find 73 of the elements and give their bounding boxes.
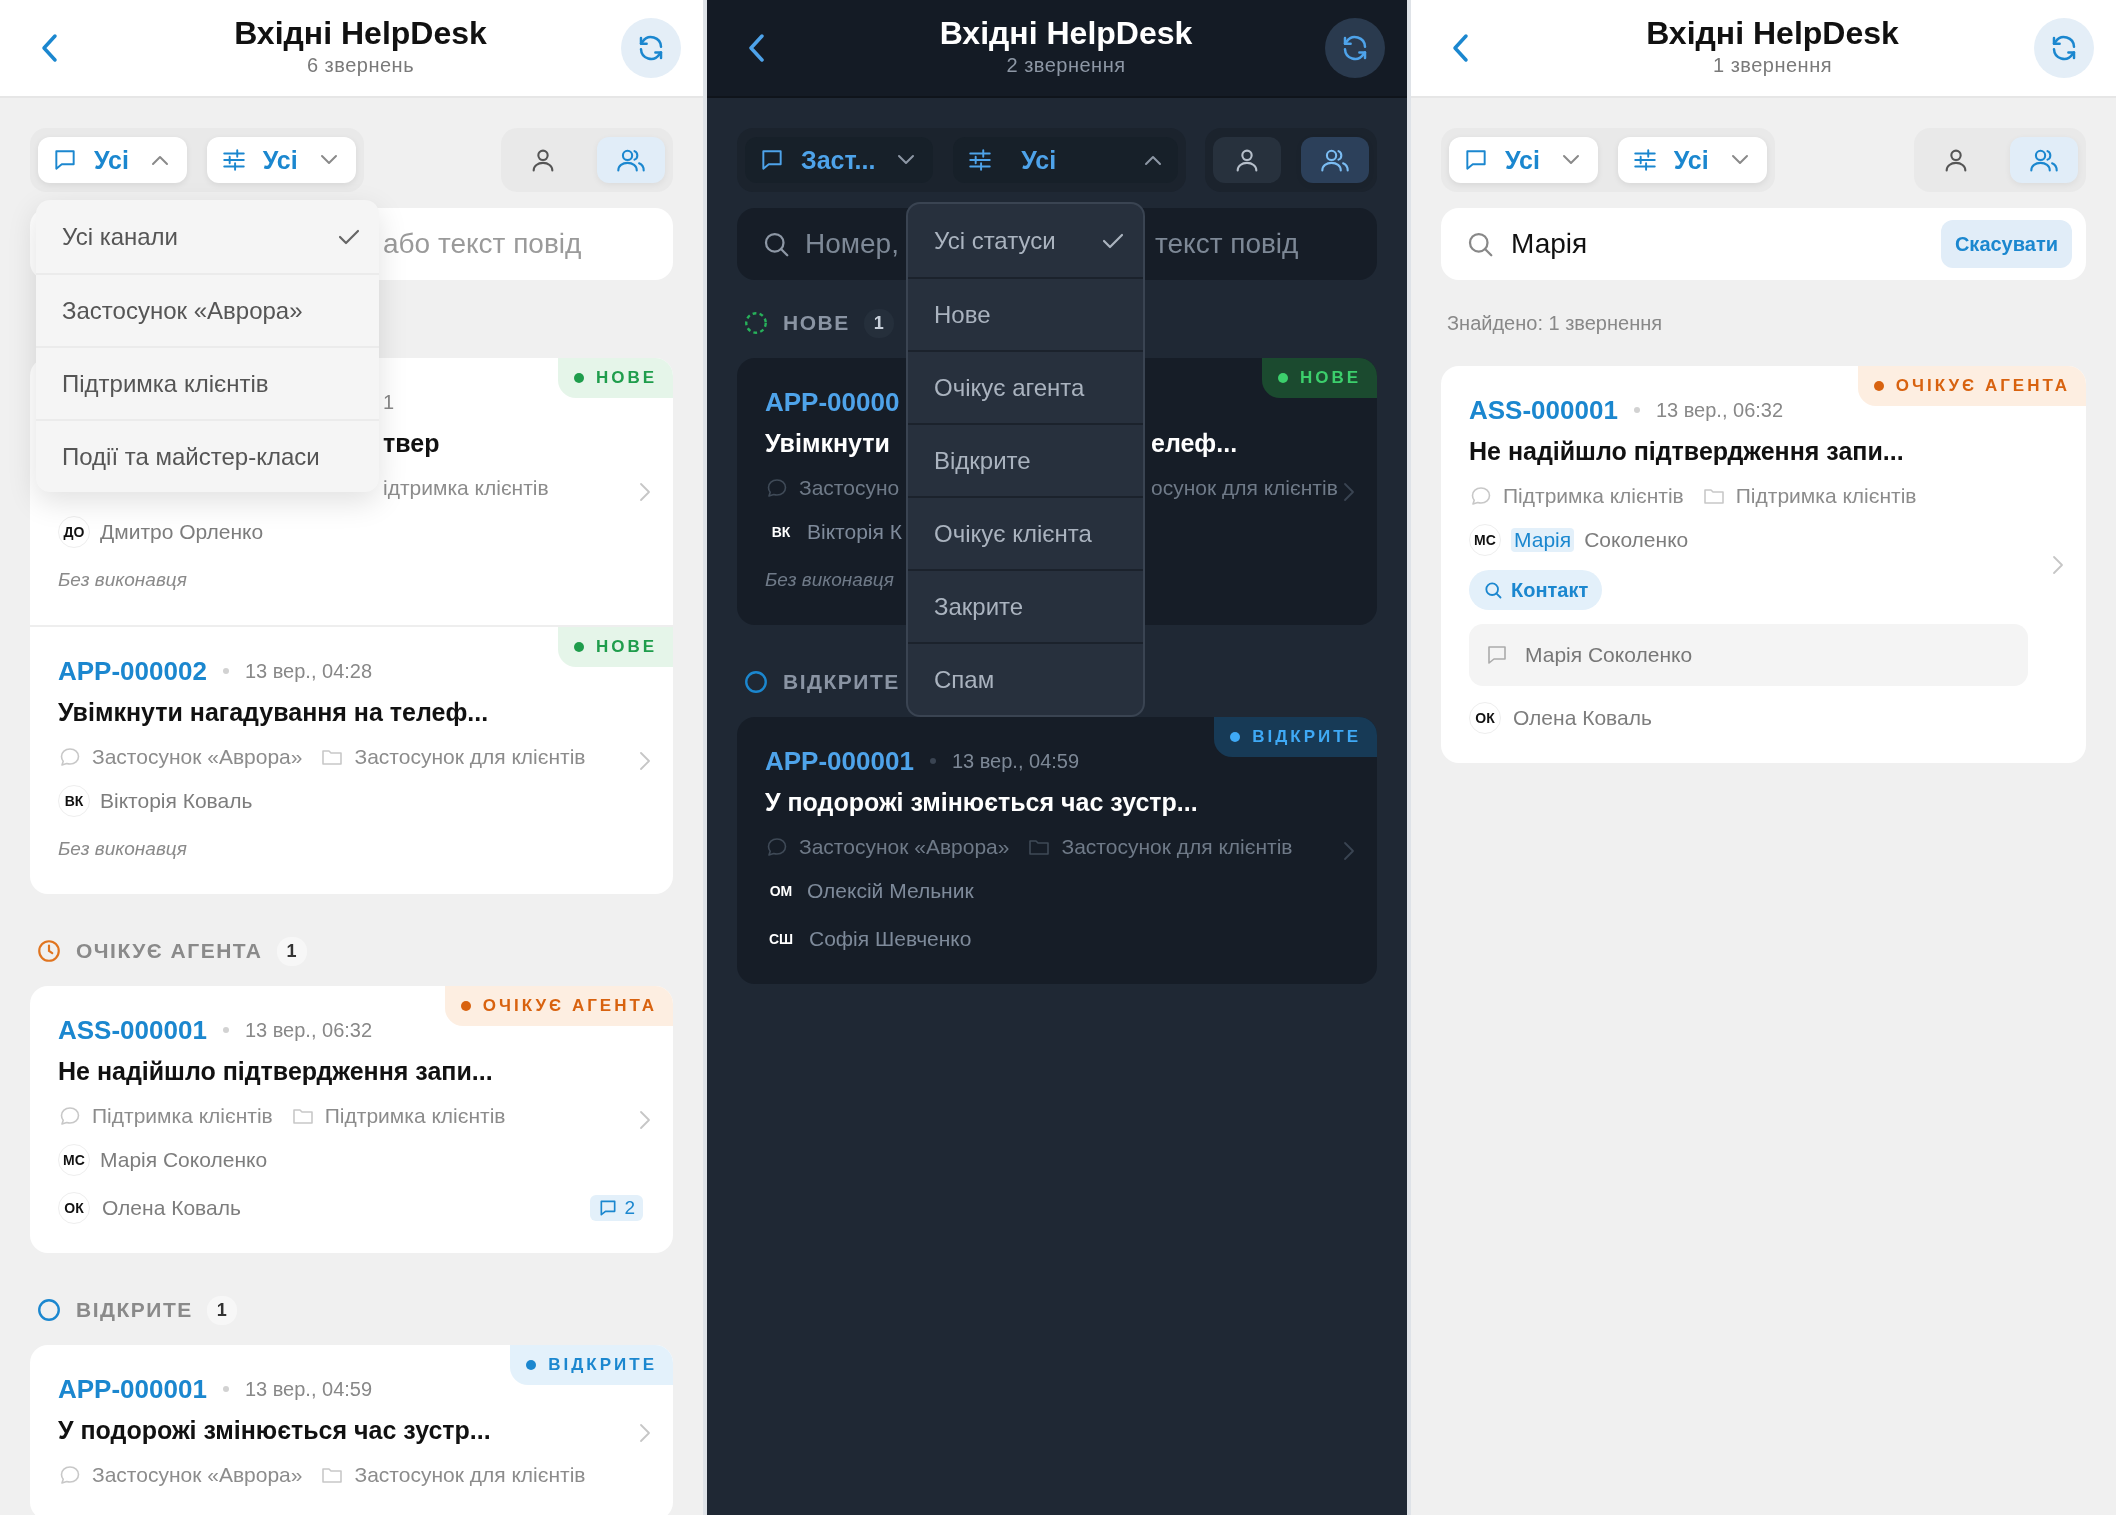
ticket-date: 13 вер., 06:32 [1655,398,1784,422]
count-badge: 1 [276,936,307,966]
ticket-count: 1 звернення [1712,53,1833,77]
folder-name: Застосунок для клієнтів [1061,835,1293,859]
status-badge: ВІДКРИТЕ [1214,717,1377,757]
ticket-count: 2 звернення [1006,53,1126,77]
ticket-date: 13 вер., 04:59 [244,1377,373,1401]
ticket-title: У подорожі змінюється час зустр... [58,1415,491,1445]
channel-name: Підтримка клієнтів [92,1104,273,1128]
unassigned-label: Без виконавця [58,569,187,591]
search-match: Марія [1511,528,1575,552]
ticket-count: 6 звернень [306,53,415,77]
avatar: МС [58,1144,90,1176]
section-title: ВІДКРИТЕ [76,1298,193,1322]
avatar: ОК [1469,702,1501,734]
folder-name: Підтримка клієнтів [1735,484,1917,508]
folder-name: осунок для клієнтів [1151,476,1338,500]
section-title: ВІДКРИТЕ [783,670,900,694]
folder-name: Застосунок для клієнтів [354,1463,586,1487]
customer-name: Вікторія Коваль [100,789,253,813]
ticket-date: 13 вер., 04:28 [244,659,373,683]
ticket-title: Увімкнути нагадування на телеф... [58,697,489,727]
ticket-title: твер [383,428,440,458]
section-title: ОЧІКУЄ АГЕНТА [76,939,263,963]
channel-name: Застосуно [799,476,900,500]
folder-name: ідтримка клієнтів [383,476,549,500]
ticket-title: елеф... [1151,428,1238,458]
screen-title: Вхідні HelpDesk [234,14,487,53]
avatar: ВК [770,523,792,542]
status-badge: ОЧІКУЄ АГЕНТА [444,986,673,1026]
channel-name: Підтримка клієнтів [1503,484,1684,508]
message-text: Марія Соколенко [1525,643,1693,667]
status-badge: НОВЕ [557,627,673,667]
assignee-name: Олена Коваль [1513,706,1652,730]
ticket-date: 13 вер., 06:32 [244,1018,373,1042]
unassigned-label: Без виконавця [58,838,187,860]
customer-name: Дмитро Орленко [100,520,264,544]
section-title: НОВЕ [783,311,850,335]
unassigned-label: Без виконавця [765,569,894,591]
status-badge: ОЧІКУЄ АГЕНТА [1857,366,2086,406]
avatar: ОК [58,1192,90,1224]
channel-name: Застосунок «Аврора» [799,835,1010,859]
customer-name: Олексій Мельник [807,879,974,903]
channel-name: Застосунок «Аврора» [92,1463,303,1487]
customer-name: Соколенко [1584,528,1689,552]
avatar: СШ [767,930,795,949]
comment-count: 2 [590,1195,643,1221]
assignee-name: Софія Шевченко [809,927,972,951]
count-badge: 1 [206,1295,237,1325]
status-badge: НОВЕ [557,358,673,398]
results-count: Знайдено: 1 звернення [1447,311,1664,336]
ticket-title: Не надійшло підтвердження запи... [58,1056,493,1086]
channel-name: Застосунок «Аврора» [92,745,303,769]
customer-name: Марія Соколенко [100,1148,268,1172]
match-chip: Контакт [1469,570,1603,610]
ticket-title: Не надійшло підтвердження запи... [1469,436,1904,466]
customer-name: Вікторія К [807,520,902,544]
ticket-date: 1 [383,390,395,414]
count-badge: 1 [863,308,894,338]
screen-title: Вхідні HelpDesk [939,14,1193,53]
avatar: ДО [58,516,90,548]
avatar: МС [1469,524,1501,556]
status-badge: ВІДКРИТЕ [510,1345,673,1385]
ticket-title: Увімкнути [765,428,890,458]
screen-title: Вхідні HelpDesk [1646,14,1899,53]
assignee-name: Олена Коваль [102,1196,241,1220]
folder-name: Підтримка клієнтів [324,1104,506,1128]
ticket-date: 13 вер., 04:59 [951,749,1080,773]
folder-name: Застосунок для клієнтів [354,745,586,769]
status-badge: НОВЕ [1261,358,1377,398]
ticket-title: У подорожі змінюється час зустр... [765,787,1198,817]
avatar: ОМ [768,882,794,901]
avatar: ВК [58,785,90,817]
